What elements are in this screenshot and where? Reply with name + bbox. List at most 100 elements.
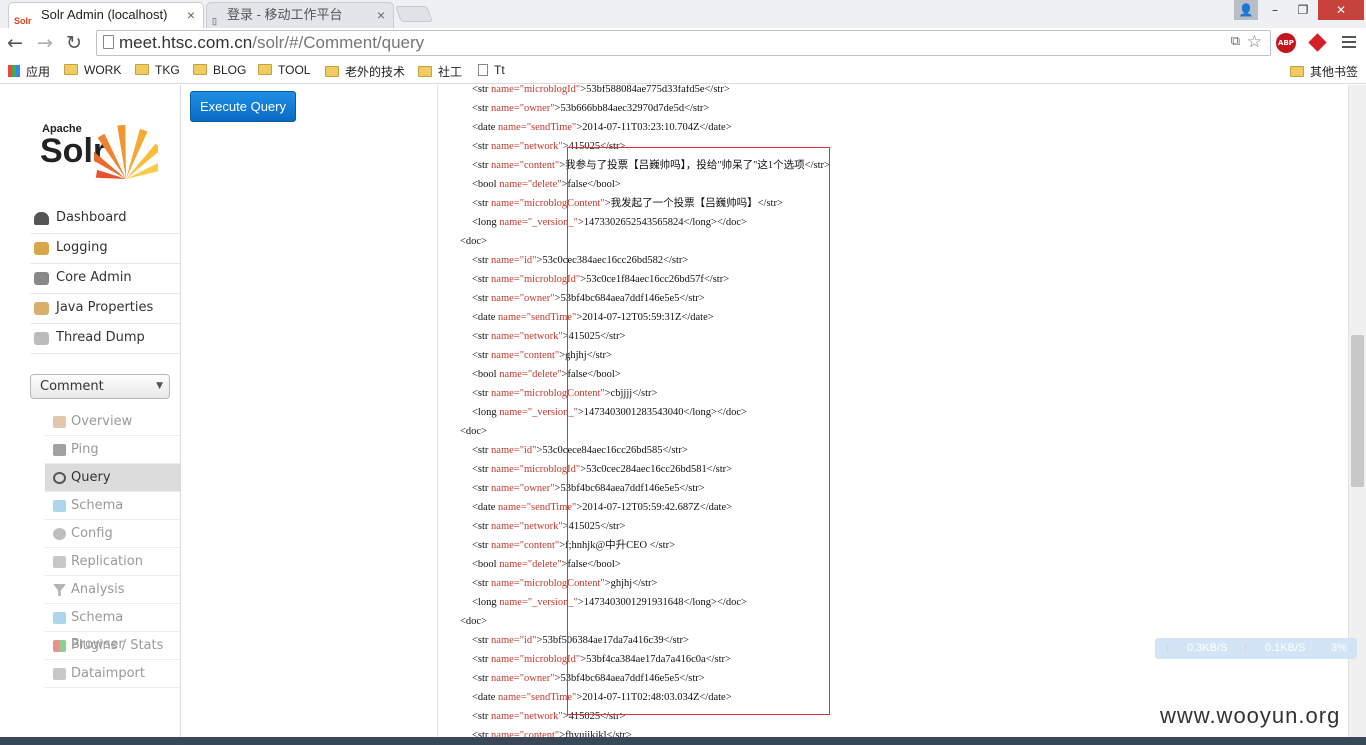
overview-icon xyxy=(53,416,66,428)
result-line: <str name="microblogContent">cbjjjj</str… xyxy=(472,388,658,399)
core-admin-icon xyxy=(34,272,49,285)
nav-java-properties[interactable]: Java Properties xyxy=(30,294,180,324)
result-attr-name: name="sendTime" xyxy=(498,312,577,323)
bookmark-other[interactable]: 其他书签 xyxy=(1290,63,1358,80)
nav-label: Replication xyxy=(71,554,143,569)
bookmark-label: 应用 xyxy=(26,65,51,79)
bookmark-work[interactable]: WORK xyxy=(64,63,121,77)
core-nav-ping[interactable]: Ping xyxy=(45,436,180,464)
cpu-usage: 3% xyxy=(1331,642,1347,654)
result-attr-name: name="id" xyxy=(491,445,537,456)
plugins-icon xyxy=(53,640,66,652)
tab-title: Solr Admin (localhost) xyxy=(41,7,168,22)
result-attr-name: name="content" xyxy=(491,540,560,551)
result-attr-name: name="network" xyxy=(491,331,563,342)
execute-query-button[interactable]: Execute Query xyxy=(190,91,296,122)
result-line: <date name="sendTime">2014-07-12T05:59:3… xyxy=(472,312,714,323)
result-line: <date name="sendTime">2014-07-12T05:59:4… xyxy=(472,502,733,513)
gear-icon xyxy=(53,528,66,540)
page-icon xyxy=(103,35,114,49)
address-bar[interactable]: meet.htsc.com.cn/solr/#/Comment/query ⧉ … xyxy=(96,30,1271,56)
browser-titlebar: Solr Solr Admin (localhost) × ▯ 登录 - 移动工… xyxy=(0,0,1366,28)
reload-icon[interactable]: ↻ xyxy=(66,32,82,54)
star-icon[interactable]: ☆ xyxy=(1247,32,1262,52)
result-line: <doc> xyxy=(460,236,488,247)
nav-label: Dataimport xyxy=(71,666,145,681)
nav-label: Core Admin xyxy=(56,270,132,285)
bookmark-tt[interactable]: Tt xyxy=(478,63,505,77)
forward-arrow-icon[interactable]: → xyxy=(37,32,53,54)
core-nav-analysis[interactable]: Analysis xyxy=(45,576,180,604)
bookmark-tool[interactable]: TOOL xyxy=(258,63,310,77)
adblock-plus-icon[interactable]: ABP xyxy=(1276,33,1296,53)
menu-icon[interactable] xyxy=(1342,36,1356,48)
url-text[interactable]: meet.htsc.com.cn/solr/#/Comment/query xyxy=(119,33,424,53)
result-attr-name: name="owner" xyxy=(491,673,555,684)
core-nav-overview[interactable]: Overview xyxy=(45,408,180,436)
bookmark-apps[interactable]: 应用 xyxy=(8,63,50,80)
user-icon[interactable]: 👤 xyxy=(1234,0,1258,20)
nav-label: Logging xyxy=(56,240,108,255)
nav-dashboard[interactable]: Dashboard xyxy=(30,204,180,234)
scrollbar-thumb[interactable] xyxy=(1351,335,1364,487)
bookmark-label: TKG xyxy=(155,63,180,77)
close-icon[interactable]: × xyxy=(377,3,385,27)
query-icon xyxy=(53,472,66,484)
result-attr-name: name="microblogId" xyxy=(491,274,581,285)
result-attr-name: name="network" xyxy=(491,521,563,532)
result-attr-name: name="delete" xyxy=(499,559,562,570)
solr-sidebar: Apache Solr Dashboard Logging Core Admin… xyxy=(0,85,181,737)
bookmark-tech[interactable]: 老外的技术 xyxy=(325,63,405,80)
page-content: Apache Solr Dashboard Logging Core Admin… xyxy=(0,85,1366,737)
nav-label: Plugins / Stats xyxy=(71,638,164,653)
translate-icon[interactable]: ⧉ xyxy=(1231,34,1240,49)
folder-icon xyxy=(1290,66,1304,77)
tab-solr-admin[interactable]: Solr Solr Admin (localhost) × xyxy=(8,2,204,28)
result-line: <doc> xyxy=(460,616,488,627)
core-selector[interactable]: Comment ▼ xyxy=(30,374,170,399)
nav-thread-dump[interactable]: Thread Dump xyxy=(30,324,180,354)
result-attr-name: name="owner" xyxy=(491,293,555,304)
result-attr-name: name="_version_" xyxy=(499,407,578,418)
back-arrow-icon[interactable]: ← xyxy=(7,32,23,54)
folder-icon xyxy=(64,64,78,75)
nav-core-admin[interactable]: Core Admin xyxy=(30,264,180,294)
core-nav-replication[interactable]: Replication xyxy=(45,548,180,576)
minimize-button[interactable]: – xyxy=(1262,0,1288,20)
core-nav-schema-browser[interactable]: Schema Browser xyxy=(45,604,180,652)
nav-logging[interactable]: Logging xyxy=(30,234,180,264)
result-line: <date name="sendTime">2014-07-11T03:23:1… xyxy=(472,122,732,133)
restore-button[interactable]: ❐ xyxy=(1290,0,1316,20)
bookmark-tkg[interactable]: TKG xyxy=(135,63,180,77)
result-line: <doc> xyxy=(460,426,488,437)
nav-label: Java Properties xyxy=(56,300,154,315)
core-nav-schema[interactable]: Schema xyxy=(45,492,180,520)
close-icon[interactable]: × xyxy=(187,3,195,27)
result-attr-name: name="microblogId" xyxy=(491,654,581,665)
result-attr-name: name="network" xyxy=(491,711,563,722)
result-attr-name: name="network" xyxy=(491,141,563,152)
apps-grid-icon xyxy=(8,65,20,77)
bookmark-label: 其他书签 xyxy=(1310,65,1359,79)
result-line: <str name="microblogContent">ghjhj</str> xyxy=(472,578,658,589)
tab-login[interactable]: ▯ 登录 - 移动工作平台 × xyxy=(206,2,394,28)
result-attr-name: name="_version_" xyxy=(499,217,578,228)
core-nav-config[interactable]: Config xyxy=(45,520,180,548)
core-nav-plugins[interactable]: Plugins / Stats xyxy=(45,632,180,660)
core-nav-query[interactable]: Query xyxy=(45,464,180,492)
result-line: <str name="network">415025</str> xyxy=(472,521,626,532)
network-speed-overlay: ↓ 0.3KB/S ↑ 0.1KB/S 3% xyxy=(1155,638,1357,659)
core-nav-dataimport[interactable]: Dataimport xyxy=(45,660,180,688)
schema-icon xyxy=(53,500,66,512)
schema-browser-icon xyxy=(53,612,66,624)
result-line: <bool name="delete">false</bool> xyxy=(472,559,621,570)
bookmark-blog[interactable]: BLOG xyxy=(193,63,246,77)
result-line: <str name="id">53c0cec384aec16cc26bd582<… xyxy=(472,255,689,266)
page-icon xyxy=(478,64,488,76)
result-line: <str name="content">我参与了投票【吕巍帅吗】，投给"帅呆了"… xyxy=(472,160,830,171)
new-tab-button[interactable] xyxy=(395,6,433,22)
solr-logo[interactable]: Apache Solr xyxy=(40,123,158,179)
bookmark-social[interactable]: 社工 xyxy=(418,63,462,80)
os-taskbar xyxy=(0,737,1366,745)
close-window-button[interactable]: ✕ xyxy=(1318,0,1364,20)
